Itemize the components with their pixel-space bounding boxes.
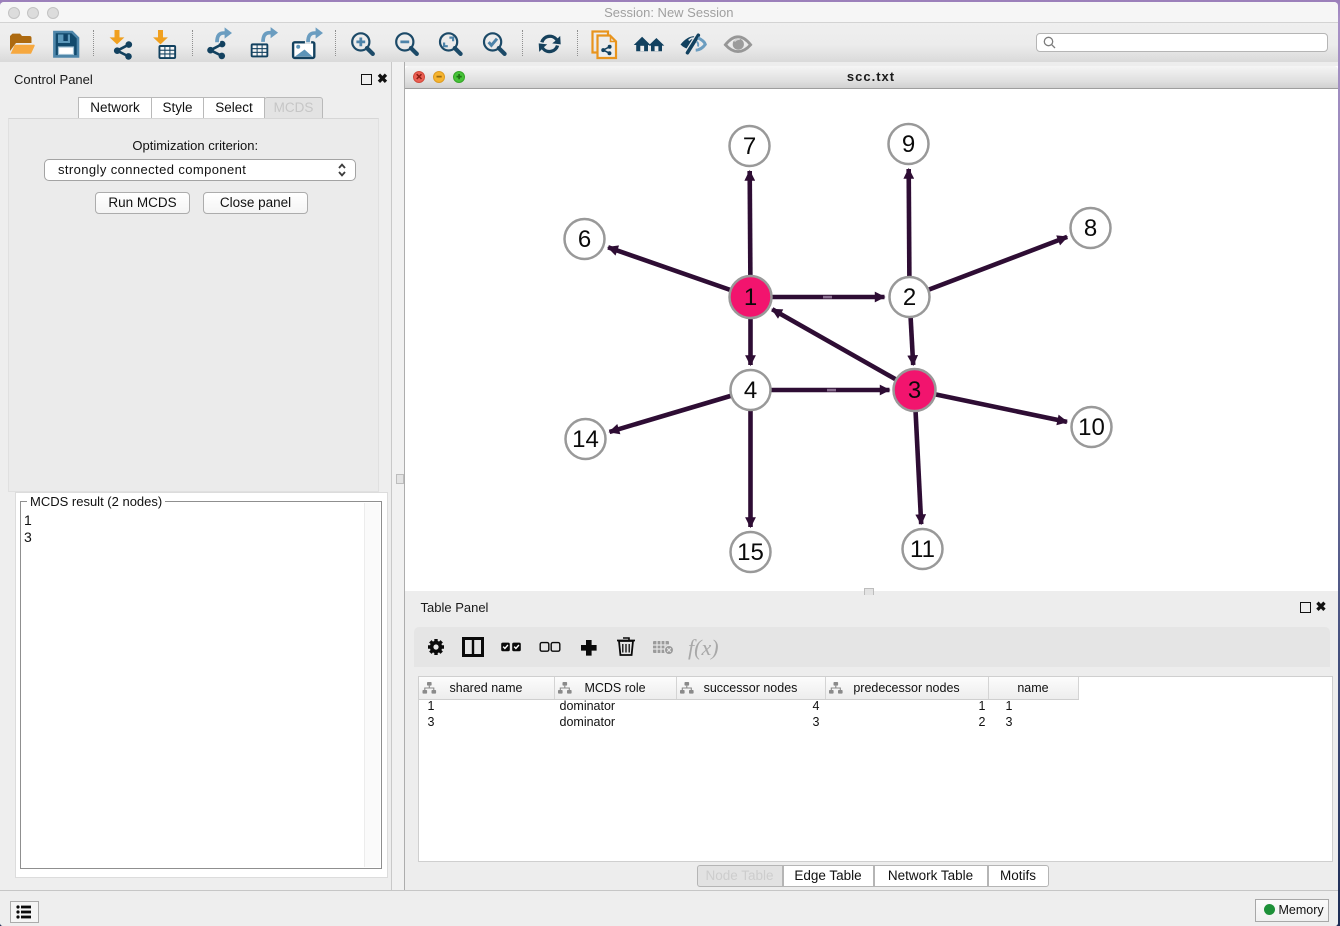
svg-text:7: 7 [742, 133, 755, 160]
svg-text:10: 10 [1078, 414, 1105, 441]
svg-text:9: 9 [901, 131, 914, 158]
svg-text:1: 1 [743, 284, 756, 311]
svg-text:2: 2 [902, 284, 915, 311]
svg-text:8: 8 [1083, 215, 1096, 242]
svg-text:11: 11 [910, 536, 935, 563]
svg-text:14: 14 [572, 426, 599, 453]
svg-text:15: 15 [737, 539, 764, 566]
svg-text:6: 6 [577, 226, 590, 253]
svg-text:3: 3 [907, 377, 920, 404]
svg-text:4: 4 [743, 377, 756, 404]
svg-text:f(x): f(x) [688, 635, 719, 660]
